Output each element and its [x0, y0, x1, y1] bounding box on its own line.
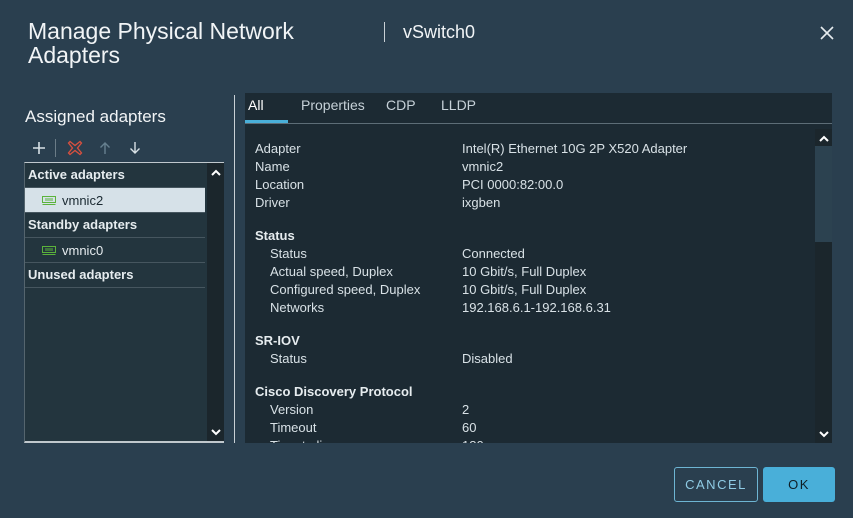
property-value: 180	[462, 437, 484, 443]
title-separator	[384, 22, 385, 42]
property-row: Location PCI 0000:82:00.0	[255, 176, 815, 194]
scroll-down-button[interactable]	[207, 424, 224, 440]
property-value: 2	[462, 402, 470, 417]
property-row: Timeout 60	[255, 419, 815, 437]
active-tab-indicator	[245, 120, 288, 123]
property-value: ixgben	[462, 195, 501, 210]
property-value: 60	[462, 420, 477, 435]
detail-panel: All Properties CDP LLDP Adapter Intel(R)…	[245, 93, 832, 443]
section-title: SR-IOV	[255, 333, 300, 348]
arrow-down-icon	[130, 142, 140, 154]
property-value: Connected	[462, 246, 525, 261]
add-adapter-button[interactable]	[28, 137, 50, 159]
adapter-list-scrollbar[interactable]	[207, 163, 224, 441]
section-title: Cisco Discovery Protocol	[255, 384, 413, 399]
property-label: Timeout	[270, 420, 317, 435]
adapter-item-vmnic0[interactable]: vmnic0	[25, 238, 205, 263]
property-row: Time to live 180	[255, 437, 815, 443]
dialog-subtitle: vSwitch0	[403, 22, 476, 42]
chevron-down-icon	[210, 428, 221, 435]
scroll-thumb[interactable]	[815, 146, 832, 242]
move-up-button[interactable]	[94, 137, 116, 159]
scroll-up-button[interactable]	[815, 130, 832, 146]
property-label: Status	[270, 351, 307, 366]
group-header-standby: Standby adapters	[25, 213, 205, 238]
tab-properties[interactable]: Properties	[301, 97, 365, 121]
property-row: Driver ixgben	[255, 194, 815, 212]
adapter-toolbar	[28, 137, 146, 159]
property-row: Configured speed, Duplex 10 Gbit/s, Full…	[255, 281, 815, 299]
scroll-up-button[interactable]	[207, 164, 224, 180]
property-value: Disabled	[462, 351, 513, 366]
ok-button[interactable]: OK	[763, 467, 835, 502]
network-card-icon	[42, 196, 56, 205]
arrow-up-icon	[100, 142, 110, 154]
property-value: PCI 0000:82:00.0	[462, 177, 564, 192]
property-label: Actual speed, Duplex	[270, 264, 393, 279]
property-row: Name vmnic2	[255, 158, 815, 176]
tab-lldp[interactable]: LLDP	[441, 97, 476, 121]
property-value: 192.168.6.1-192.168.6.31	[462, 300, 611, 315]
move-down-button[interactable]	[124, 137, 146, 159]
adapter-item-vmnic2[interactable]: vmnic2	[25, 188, 205, 213]
property-row: Status Connected	[255, 245, 815, 263]
assigned-adapters-heading: Assigned adapters	[25, 107, 166, 126]
section-heading-sriov: SR-IOV	[255, 332, 815, 350]
property-label: Location	[255, 177, 305, 192]
cancel-button[interactable]: CANCEL	[674, 467, 758, 502]
property-label: Adapter	[255, 141, 301, 156]
section-heading-cdp: Cisco Discovery Protocol	[255, 383, 815, 401]
adapter-list-body: Active adapters vmnic2 Standby adapters …	[25, 163, 205, 288]
property-value: vmnic2	[462, 159, 504, 174]
toolbar-separator	[55, 139, 56, 157]
chevron-up-icon	[210, 169, 221, 176]
property-value: Intel(R) Ethernet 10G 2P X520 Adapter	[462, 141, 688, 156]
adapter-list: Active adapters vmnic2 Standby adapters …	[24, 162, 224, 443]
detail-scrollbar[interactable]	[815, 129, 832, 443]
remove-adapter-button[interactable]	[64, 137, 86, 159]
section-title: Status	[255, 228, 295, 243]
network-card-icon	[42, 246, 56, 255]
property-row: Adapter Intel(R) Ethernet 10G 2P X520 Ad…	[255, 140, 815, 158]
property-row: Actual speed, Duplex 10 Gbit/s, Full Dup…	[255, 263, 815, 281]
property-value: 10 Gbit/s, Full Duplex	[462, 264, 587, 279]
adapter-name: vmnic2	[62, 192, 104, 208]
property-row: Networks 192.168.6.1-192.168.6.31	[255, 299, 815, 317]
property-value: 10 Gbit/s, Full Duplex	[462, 282, 587, 297]
chevron-down-icon	[818, 430, 829, 437]
section-heading-status: Status	[255, 227, 815, 245]
detail-tabs: All Properties CDP LLDP	[245, 93, 832, 124]
property-label: Time to live	[270, 437, 336, 443]
detail-content: Adapter Intel(R) Ethernet 10G 2P X520 Ad…	[255, 140, 815, 443]
property-label: Version	[270, 402, 314, 417]
property-label: Configured speed, Duplex	[270, 282, 421, 297]
property-row: Status Disabled	[255, 350, 815, 368]
property-label: Driver	[255, 195, 290, 210]
property-label: Status	[270, 246, 307, 261]
close-icon	[820, 26, 834, 40]
close-button[interactable]	[818, 24, 836, 42]
adapter-name: vmnic0	[62, 242, 104, 258]
tab-all[interactable]: All	[248, 97, 264, 121]
property-label: Name	[255, 159, 290, 174]
scroll-down-button[interactable]	[815, 426, 832, 442]
remove-x-icon	[67, 140, 83, 156]
chevron-up-icon	[818, 135, 829, 142]
property-label: Networks	[270, 300, 325, 315]
plus-icon	[33, 142, 45, 154]
panel-divider	[234, 95, 235, 443]
group-header-unused: Unused adapters	[25, 263, 205, 288]
tab-cdp[interactable]: CDP	[386, 97, 416, 121]
dialog-title: Manage Physical Network Adapters	[28, 18, 294, 68]
group-header-active: Active adapters	[25, 163, 205, 188]
property-row: Version 2	[255, 401, 815, 419]
